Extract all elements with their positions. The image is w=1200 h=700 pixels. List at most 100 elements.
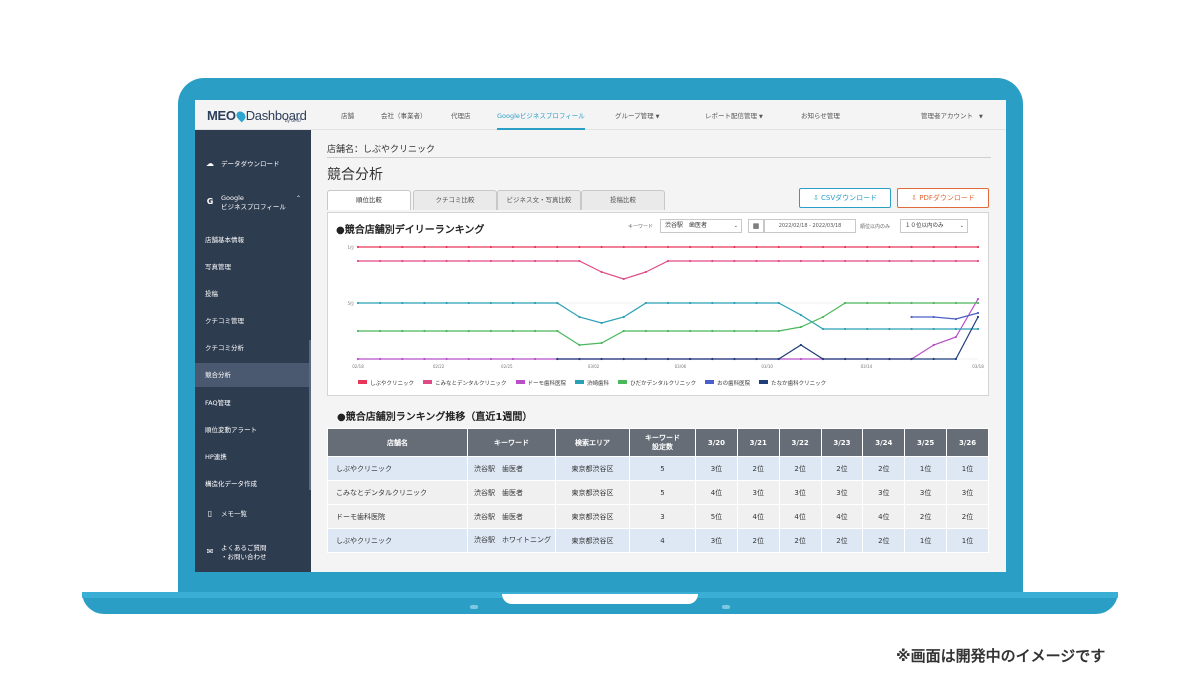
sidebar-item-store-info[interactable]: 店舗基本情報 — [195, 234, 311, 244]
data-point — [622, 277, 625, 281]
x-tick-label: 03/02 — [588, 364, 600, 369]
cell-rank: 3位 — [946, 480, 989, 505]
data-point — [379, 259, 382, 263]
data-point — [666, 301, 670, 305]
data-point — [578, 343, 581, 347]
data-point — [844, 301, 847, 305]
sidebar-item-hp-link[interactable]: HP連携 — [195, 451, 311, 461]
rank-filter-select[interactable]: １０位以内のみ ⌄ — [900, 219, 968, 233]
nav-news-management[interactable]: お知らせ管理 — [801, 110, 840, 120]
cloud-download-icon: ⇩ — [812, 194, 821, 202]
sidebar-item-review-analysis[interactable]: クチコミ分析 — [195, 342, 311, 352]
sidebar-item-faq[interactable]: FAQ管理 — [195, 397, 311, 407]
data-point — [534, 357, 537, 361]
data-point — [844, 327, 847, 331]
nav-google-business-profile[interactable]: Googleビジネスプロフィール — [497, 110, 585, 130]
series-line — [358, 302, 978, 346]
cell-rank: 2位 — [736, 528, 780, 553]
cell-rank: 3位 — [695, 456, 738, 481]
cell-rank: 2位 — [820, 456, 864, 481]
sidebar-item-competitor-analysis[interactable]: 競合分析 — [195, 363, 311, 387]
tab-business-text-photo-comparison[interactable]: ビジネス文・写真比較 — [497, 190, 581, 210]
data-point — [976, 297, 980, 301]
legend-item[interactable]: しぶやクリニック — [358, 379, 414, 387]
legend-item[interactable]: こみなとデンタルクリニック — [423, 379, 507, 387]
data-point — [644, 357, 647, 361]
data-point — [622, 357, 625, 361]
tab-review-comparison[interactable]: クチコミ比較 — [413, 190, 497, 210]
data-point — [379, 357, 382, 361]
legend-swatch — [575, 380, 585, 384]
data-point — [578, 259, 581, 263]
legend-swatch — [358, 380, 367, 384]
data-point — [799, 245, 802, 249]
sidebar-item-photos[interactable]: 写真管理 — [195, 261, 311, 271]
tab-post-comparison[interactable]: 投稿比較 — [581, 190, 665, 210]
pdf-download-button[interactable]: ⇩ PDFダウンロード — [897, 188, 989, 208]
sidebar-item-posts[interactable]: 投稿 — [195, 288, 311, 298]
table-row[interactable]: ドーモ歯科医院 渋谷駅 歯医者 東京都渋谷区 3 5位 4位 4位 4位 4位 … — [327, 504, 989, 529]
legend-item[interactable]: たなか歯科クリニック — [759, 379, 826, 387]
sidebar-item-faq-contact[interactable]: ✉ よくあるご質問 ・お問い合わせ — [195, 544, 311, 562]
sidebar-item-structured-data[interactable]: 構造化データ作成 — [195, 478, 311, 488]
data-point — [866, 301, 869, 305]
data-point — [379, 329, 382, 333]
sidebar-item-memo-list[interactable]: ▯ メモ一覧 — [195, 508, 311, 518]
tab-rank-comparison[interactable]: 順位比較 — [327, 190, 411, 210]
sidebar-item-google-business-profile[interactable]: G Google ビジネスプロフィール ⌃ — [195, 194, 311, 212]
nav-report-delivery[interactable]: レポート配信管理 ▼ — [705, 110, 763, 120]
data-point — [445, 301, 448, 305]
top-nav: MEO Dashboard by GMO 店舗 会社（事業者） 代理店 Googl… — [195, 100, 1006, 130]
cell-rank: 2位 — [862, 456, 906, 481]
data-point — [932, 357, 935, 361]
data-point — [467, 329, 470, 333]
col-header-store: 店舗名 — [327, 428, 468, 457]
cell-keyword: 渋谷駅 ホワイトニング — [467, 528, 556, 553]
legend-item[interactable]: ひだかデンタルクリニック — [618, 379, 696, 387]
legend-item[interactable]: 渋崎歯科 — [575, 379, 609, 387]
logo[interactable]: MEO Dashboard by GMO — [207, 105, 307, 125]
chevron-down-icon: ⌄ — [733, 223, 738, 229]
data-point — [799, 357, 802, 361]
keyword-select[interactable]: 渋谷駅 歯医者 ⌄ — [660, 219, 742, 233]
data-point — [689, 301, 692, 305]
data-point — [844, 245, 847, 249]
app-screen: MEO Dashboard by GMO 店舗 会社（事業者） 代理店 Googl… — [195, 100, 1006, 572]
calendar-icon[interactable]: ▦ — [748, 219, 764, 233]
keyword-label: キーワード — [628, 224, 654, 230]
data-point — [733, 301, 736, 305]
google-icon: G — [206, 197, 214, 206]
sidebar-item-rank-alert[interactable]: 順位変動アラート — [195, 424, 311, 434]
cell-rank: 2位 — [820, 528, 864, 553]
nav-group-management[interactable]: グループ管理 ▼ — [615, 110, 659, 120]
cell-rank: 3位 — [862, 480, 906, 505]
cell-rank: 1位 — [946, 456, 989, 481]
data-point — [866, 327, 869, 331]
date-range-input[interactable]: 2022/02/18 - 2022/03/18 — [764, 219, 856, 233]
legend-item[interactable]: おの歯科医院 — [705, 379, 750, 387]
data-point — [489, 329, 492, 333]
table-row[interactable]: こみなとデンタルクリニック 渋谷駅 歯医者 東京都渋谷区 5 4位 3位 3位 … — [327, 480, 989, 505]
cell-keyword: 渋谷駅 歯医者 — [467, 456, 556, 481]
series-line — [358, 302, 978, 330]
nav-store[interactable]: 店舗 — [341, 110, 354, 120]
nav-agency[interactable]: 代理店 — [451, 110, 471, 120]
data-point — [932, 343, 935, 347]
nav-company[interactable]: 会社（事業者） — [381, 110, 427, 120]
sidebar-item-data-download[interactable]: ☁ データダウンロード — [195, 158, 311, 168]
data-point — [888, 259, 891, 263]
account-menu[interactable]: 管理者アカウント ▼ — [921, 110, 983, 120]
csv-download-button[interactable]: ⇩ CSVダウンロード — [799, 188, 891, 208]
table-row[interactable]: しぶやクリニック 渋谷駅 ホワイトニング 東京都渋谷区 4 3位 2位 2位 2… — [327, 528, 989, 553]
data-point — [600, 321, 603, 325]
legend-item[interactable]: ドーモ歯科医院 — [515, 379, 566, 387]
data-point — [689, 245, 692, 249]
x-tick-label: 02/25 — [501, 364, 513, 369]
sidebar-item-reviews[interactable]: クチコミ管理 — [195, 315, 311, 325]
col-header-date: 3/24 — [862, 428, 906, 457]
data-point — [644, 301, 647, 305]
data-point — [556, 259, 559, 263]
cell-area: 東京都渋谷区 — [555, 480, 630, 505]
table-row[interactable]: しぶやクリニック 渋谷駅 歯医者 東京都渋谷区 5 3位 2位 2位 2位 2位… — [327, 456, 989, 481]
col-header-keyword: キーワード — [467, 428, 556, 457]
